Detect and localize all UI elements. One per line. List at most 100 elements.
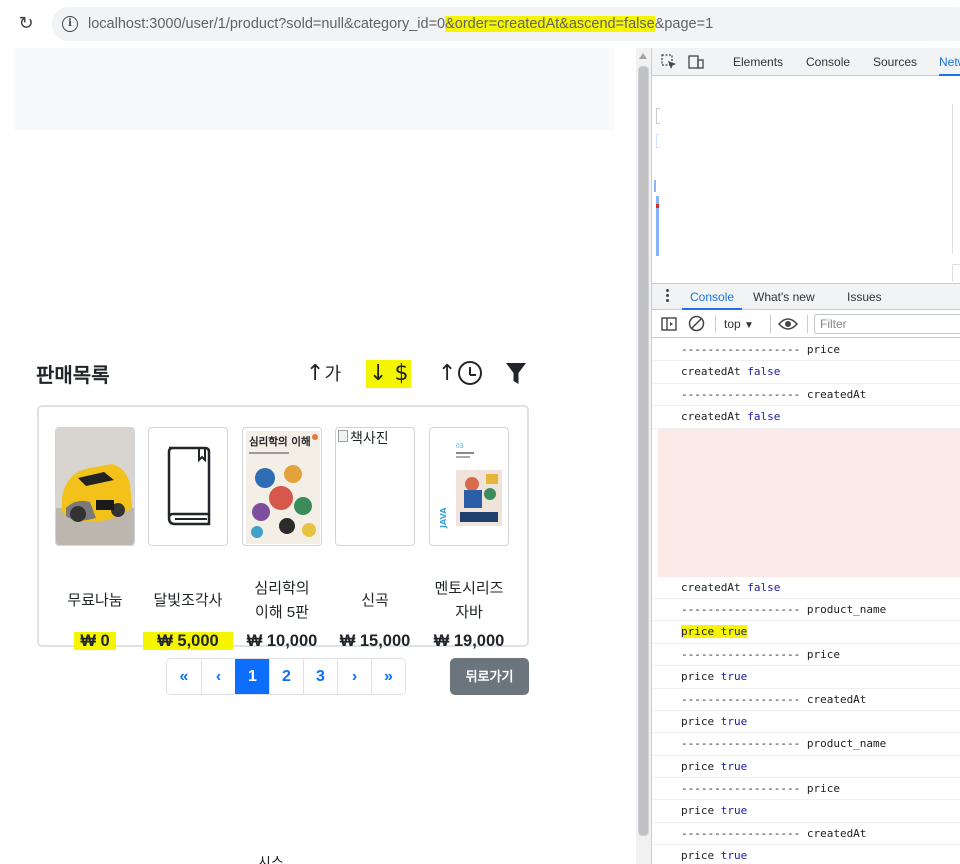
page-first-button[interactable]: « [167,659,201,694]
context-label: top [724,317,741,331]
page-1-button[interactable]: 1 [235,659,269,694]
sort-name-label: 가 [324,364,341,385]
console-log-line[interactable]: createdAt false [652,406,960,429]
log-text: ------------------ product_name [681,737,887,751]
console-log-line[interactable]: price true [652,756,960,779]
product-item[interactable]: 무료나눔 ₩ 0 [55,427,135,650]
book-icon [167,446,211,526]
footer-text: 시스 [258,856,284,864]
tab-sources[interactable]: Sources [873,48,917,76]
log-text: price true [681,759,748,773]
product-image-book-icon[interactable] [148,427,228,546]
log-boolean: false [747,365,781,379]
log-text: price true [681,804,748,818]
log-text: ------------------ product_name [681,602,887,616]
reload-icon[interactable]: ↻ [16,14,36,34]
product-name[interactable]: 신곡 [333,589,417,613]
pagination: « ‹ 1 2 3 › » [166,658,406,695]
device-toolbar-icon[interactable] [688,54,704,70]
product-image-psychology-book[interactable]: 심리학의 이해 [242,427,322,546]
product-image-java-book[interactable]: 03 JAVA [429,427,509,546]
filter-funnel-icon[interactable] [506,363,526,385]
product-name[interactable]: 멘토시리즈 자바 [427,577,511,625]
console-log-line[interactable]: ------------------ price [652,339,960,362]
product-name[interactable]: 무료나눔 [53,589,137,613]
log-text: createdAt false [681,365,781,379]
web-page: 판매목록 ↑가 ↓ $ ↑ 무료나눔 ₩ 0 달빛조각사 ₩ 5,000 심리학… [0,48,636,864]
console-log-line[interactable]: ------------------ createdAt [652,823,960,846]
console-log-line[interactable]: createdAt false [652,361,960,384]
log-text: createdAt false [681,410,781,424]
sort-arrow-down-icon: ↓ [369,361,388,386]
tab-network[interactable]: Netw [939,48,960,76]
log-text: price true [681,670,748,684]
url-suffix: &page=1 [654,16,714,32]
tab-console[interactable]: Console [806,48,850,76]
more-options-icon[interactable] [666,289,669,305]
console-log-line[interactable]: ------------------ createdAt [652,689,960,711]
url-text[interactable]: localhost:3000/user/1/product?sold=null&… [88,7,713,41]
product-image-broken[interactable]: 책사진 [335,427,415,546]
scroll-up-icon[interactable] [639,53,647,59]
console-log-line[interactable]: price true [652,711,960,734]
log-text: ------------------ createdAt [681,387,867,401]
address-bar[interactable]: i localhost:3000/user/1/product?sold=nul… [52,7,960,41]
sidebar-toggle-icon[interactable] [661,316,677,332]
inspect-element-icon[interactable] [661,54,677,70]
clear-console-icon[interactable] [688,315,705,332]
console-log-line[interactable]: price true [652,621,960,644]
console-log-line[interactable]: createdAt false [652,577,960,599]
console-filter-input[interactable]: Filter [814,314,960,334]
product-item[interactable]: 심리학의 이해 심리학의 이해 5판 ₩ 10,000 [242,427,322,650]
page-2-button[interactable]: 2 [269,659,303,694]
log-text: ------------------ price [681,343,840,356]
product-item[interactable]: 달빛조각사 ₩ 5,000 [143,427,233,650]
header-placeholder [14,48,614,130]
tab-elements[interactable]: Elements [733,48,783,76]
console-log-line[interactable]: price true [652,800,960,823]
page-prev-button[interactable]: ‹ [201,659,235,694]
redacted-log-block [658,428,960,577]
product-item[interactable]: 책사진 신곡 ₩ 15,000 [335,427,415,650]
console-log-line[interactable]: ------------------ createdAt [652,384,960,407]
price-highlight: ₩ 0 [74,632,116,650]
console-toolbar: top ▼ Filter [652,310,960,338]
console-log-line[interactable]: price true [652,845,960,864]
console-log-line[interactable]: ------------------ product_name [652,599,960,622]
product-name[interactable]: 심리학의 이해 5판 [240,577,324,625]
console-log-line[interactable]: price true [652,666,960,689]
back-button[interactable]: 뒤로가기 [450,658,529,695]
log-text: ------------------ price [681,647,840,661]
log-boolean: true [720,849,748,863]
page-3-button[interactable]: 3 [303,659,337,694]
product-image-car[interactable] [55,427,135,546]
book-cover-title: 심리학의 이해 [249,435,311,448]
filter-placeholder: Filter [820,317,847,331]
sort-by-date-button[interactable]: ↑ [438,360,483,388]
log-boolean: true [720,759,748,773]
drawer-tab-issues[interactable]: Issues [847,284,882,310]
scrollbar-thumb[interactable] [638,66,649,836]
log-text: price true [681,714,748,728]
log-boolean: false [747,410,781,424]
page-scrollbar[interactable] [636,48,651,864]
console-log-line[interactable]: ------------------ price [652,644,960,667]
console-log-line[interactable]: ------------------ product_name [652,733,960,756]
footer-text-clipped: 시스 [258,856,298,864]
browser-toolbar: ↻ i localhost:3000/user/1/product?sold=n… [0,0,960,48]
drawer-tab-whats-new[interactable]: What's new [753,284,815,310]
product-item[interactable]: 03 JAVA 멘토시리즈 자바 ₩ 19,000 [429,427,509,650]
drawer-tab-console[interactable]: Console [682,284,743,310]
eye-icon[interactable] [778,317,798,331]
sort-by-price-button[interactable]: ↓ $ [366,360,412,388]
sort-arrow-up-icon: ↑ [438,361,457,386]
page-next-button[interactable]: › [337,659,371,694]
sort-by-name-button[interactable]: ↑가 [306,360,341,388]
site-info-icon[interactable]: i [62,16,78,32]
drawer-tabbar: Console What's new Issues [652,283,960,310]
product-name[interactable]: 달빛조각사 [146,589,230,613]
page-last-button[interactable]: » [371,659,405,694]
page-title: 판매목록 [36,365,110,387]
console-log-line[interactable]: ------------------ price [652,778,960,801]
context-selector[interactable]: top ▼ [724,315,754,335]
